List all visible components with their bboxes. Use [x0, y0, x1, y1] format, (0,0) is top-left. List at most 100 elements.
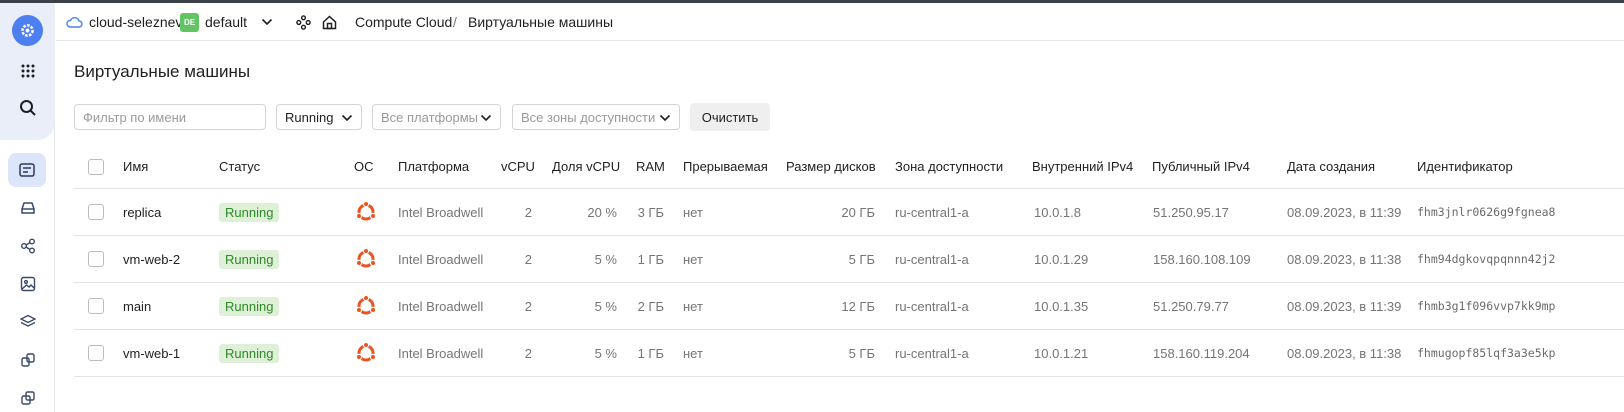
column-header-vcpu[interactable]: vCPU [501, 145, 535, 188]
status-filter-select[interactable]: Running [276, 104, 362, 130]
more-nav-icon[interactable] [10, 380, 45, 412]
table-row[interactable]: vm-web-2 Running Intel Broadwell 2 5 % 1 ГБ не… [74, 236, 1624, 283]
services-grid-icon[interactable] [10, 53, 45, 88]
vm-name[interactable]: vm-web-1 [123, 330, 180, 376]
zone-filter-select[interactable]: Все зоны доступности [512, 104, 680, 130]
vm-zone: ru-central1-a [895, 204, 969, 220]
vm-internal-ip: 10.0.1.35 [1034, 298, 1089, 314]
vm-vcpu-share: 20 % [587, 204, 617, 220]
virtual-machines-nav-icon[interactable] [8, 153, 46, 187]
platform-filter-placeholder: Все платформы [381, 109, 478, 125]
search-icon[interactable] [10, 90, 45, 125]
row-select-cell [88, 283, 104, 329]
row-select-cell [88, 236, 104, 282]
vm-disk-size: 12 ГБ [841, 298, 875, 314]
ubuntu-icon [355, 236, 377, 282]
vm-internal-ip: 10.0.1.21 [1034, 345, 1089, 361]
column-header-vcpu-share[interactable]: Доля vCPU [552, 145, 620, 188]
vm-name[interactable]: vm-web-2 [123, 236, 180, 282]
cloud-name: cloud-seleznev [89, 14, 183, 30]
vm-public-ip: 51.250.79.77 [1153, 298, 1229, 314]
status-filter-value: Running [285, 109, 334, 125]
disks-nav-icon[interactable] [10, 190, 45, 225]
row-checkbox[interactable] [88, 298, 104, 314]
status-cell: Running [219, 330, 280, 376]
clear-filters-button[interactable]: Очистить [690, 103, 770, 131]
vm-ram: 3 ГБ [637, 204, 664, 220]
row-checkbox[interactable] [88, 204, 104, 220]
column-header-zone[interactable]: Зона доступности [895, 145, 1003, 188]
vm-vcpu: 2 [524, 251, 532, 267]
vm-vcpu: 2 [524, 204, 532, 220]
column-header-disk-size[interactable]: Размер дисков [786, 145, 876, 188]
column-header-public-ip[interactable]: Публичный IPv4 [1152, 145, 1250, 188]
chevron-down-icon [659, 114, 671, 122]
images-nav-icon[interactable] [10, 266, 45, 301]
cloud-logo-icon[interactable] [12, 15, 43, 46]
column-header-name[interactable]: Имя [123, 145, 148, 188]
breadcrumb-compute-cloud[interactable]: Compute Cloud [355, 3, 452, 41]
vm-vcpu-share: 5 % [594, 251, 617, 267]
column-header-platform[interactable]: Платформа [398, 145, 469, 188]
vm-internal-ip: 10.0.1.29 [1034, 251, 1089, 267]
status-cell: Running [219, 283, 280, 329]
vm-disk-size: 5 ГБ [848, 251, 875, 267]
platform-filter-select[interactable]: Все платформы [372, 104, 501, 130]
status-cell: Running [219, 189, 280, 235]
vm-id: fhm3jnlr0626g9fgnea8 [1417, 205, 1556, 219]
cloud-selector[interactable]: cloud-seleznev [66, 3, 182, 41]
table-row[interactable]: vm-web-1 Running Intel Broadwell 2 5 % 1 ГБ не… [74, 330, 1624, 377]
vm-platform: Intel Broadwell [398, 298, 484, 314]
chevron-down-icon [480, 114, 492, 122]
row-select-cell [88, 189, 104, 235]
row-checkbox[interactable] [88, 251, 104, 267]
snapshots-nav-icon[interactable] [10, 304, 45, 339]
vm-internal-ip: 10.0.1.8 [1034, 204, 1081, 220]
instance-groups-nav-icon[interactable] [10, 228, 45, 263]
select-all-checkbox[interactable] [88, 158, 104, 175]
vm-platform: Intel Broadwell [398, 251, 484, 267]
vm-vcpu-share: 5 % [594, 298, 617, 314]
vm-preemptible: нет [683, 345, 703, 361]
table-row[interactable]: main Running Intel Broadwell 2 5 % 2 ГБ нет 12 … [74, 283, 1624, 330]
status-badge: Running [219, 296, 280, 316]
chevron-down-icon [261, 18, 273, 26]
vm-platform: Intel Broadwell [398, 345, 484, 361]
vm-disk-size: 5 ГБ [848, 345, 875, 361]
vm-vcpu-share: 5 % [594, 345, 617, 361]
table-row[interactable]: replica Running Intel Broadwell 2 20 % 3 ГБ не… [74, 189, 1624, 236]
vm-disk-size: 20 ГБ [841, 204, 875, 220]
folder-name: default [205, 14, 248, 30]
ubuntu-icon [355, 330, 377, 376]
zone-filter-placeholder: Все зоны доступности [521, 109, 656, 125]
column-header-id[interactable]: Идентификатор [1417, 145, 1513, 188]
vm-name[interactable]: main [123, 283, 151, 329]
table-header-row: Имя Статус ОС Платформа vCPU Доля vCPU R… [74, 145, 1624, 189]
column-header-os[interactable]: ОС [354, 145, 374, 188]
placement-groups-nav-icon[interactable] [10, 342, 45, 377]
home-icon[interactable] [322, 3, 337, 41]
vm-vcpu: 2 [524, 298, 532, 314]
vm-platform: Intel Broadwell [398, 204, 484, 220]
status-badge: Running [219, 343, 280, 363]
vm-ram: 1 ГБ [637, 251, 664, 267]
folder-badge: DE [180, 12, 199, 32]
vm-preemptible: нет [683, 251, 703, 267]
vm-id: fhm94dgkovqpqnnn42j2 [1417, 252, 1556, 266]
ubuntu-icon [355, 189, 377, 235]
column-header-internal-ip[interactable]: Внутренний IPv4 [1032, 145, 1133, 188]
row-select-cell [88, 330, 104, 376]
vm-preemptible: нет [683, 204, 703, 220]
select-all-cell [88, 145, 104, 188]
vm-vcpu: 2 [524, 345, 532, 361]
column-header-status[interactable]: Статус [219, 145, 260, 188]
column-header-ram[interactable]: RAM [636, 145, 665, 188]
vm-public-ip: 158.160.108.109 [1153, 251, 1251, 267]
name-filter-input[interactable]: Фильтр по имени [74, 104, 266, 130]
column-header-preemptible[interactable]: Прерываемая [683, 145, 768, 188]
services-icon[interactable] [296, 3, 311, 41]
folder-selector[interactable]: DE default [180, 3, 273, 41]
column-header-created[interactable]: Дата создания [1287, 145, 1375, 188]
vm-name[interactable]: replica [123, 189, 161, 235]
row-checkbox[interactable] [88, 345, 104, 361]
